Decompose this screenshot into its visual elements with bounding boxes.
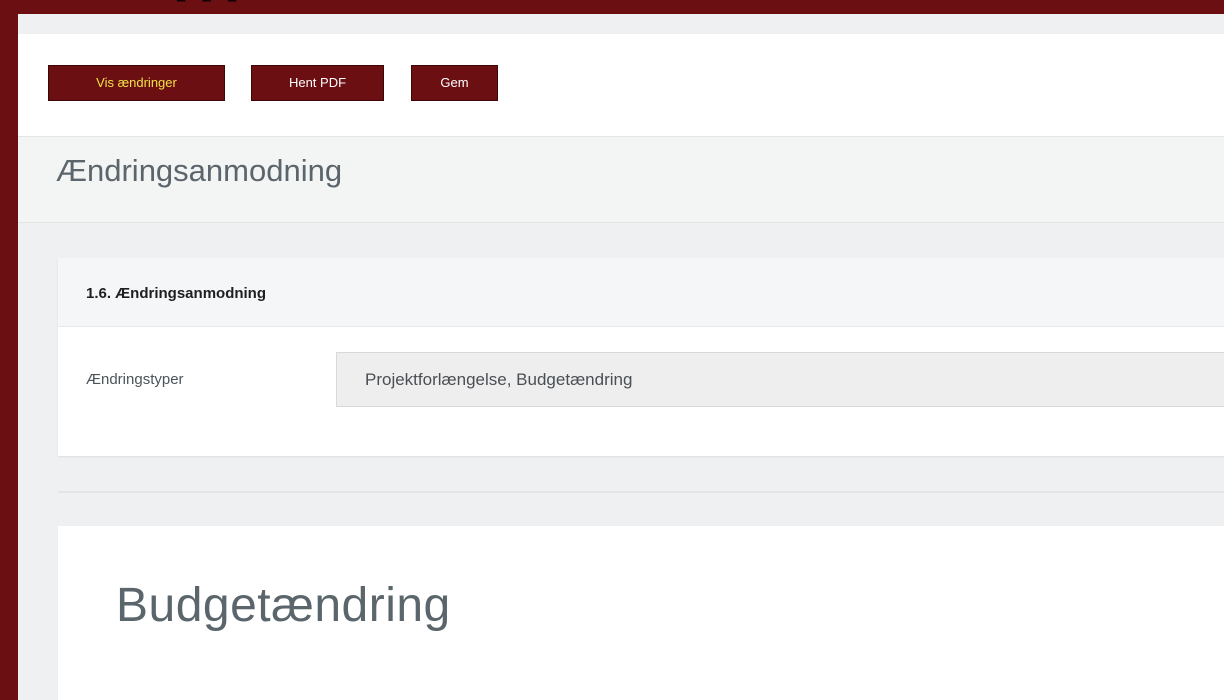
section-heading: 1.6. Ændringsanmodning <box>86 285 267 302</box>
show-changes-button[interactable]: Vis ændringer <box>48 65 225 101</box>
top-header-strip: ▪ ▪ ▪ <box>0 0 1224 14</box>
section-divider <box>58 491 1224 493</box>
content-frame: Vis ændringer Hent PDF Gem Ændringsanmod… <box>18 14 1224 700</box>
change-request-card: 1.6. Ændringsanmodning Ændringstyper Pro… <box>58 258 1224 456</box>
save-button[interactable]: Gem <box>411 65 498 101</box>
page-title-bar: Ændringsanmodning <box>18 137 1224 223</box>
action-toolbar: Vis ændringer Hent PDF Gem <box>18 34 1224 137</box>
app-window: { "toolbar": { "show_changes_label": "Vi… <box>0 0 1224 700</box>
card-header: 1.6. Ændringsanmodning <box>58 258 1224 327</box>
change-types-label: Ændringstyper <box>86 371 184 388</box>
budget-change-section: Budgetændring <box>58 526 1224 700</box>
change-types-field[interactable]: Projektforlængelse, Budgetændring <box>336 352 1224 407</box>
budget-change-title: Budgetændring <box>116 579 451 632</box>
download-pdf-button[interactable]: Hent PDF <box>251 65 384 101</box>
page-title: Ændringsanmodning <box>56 153 343 188</box>
cut-off-header-text: ▪ ▪ ▪ <box>175 0 240 14</box>
